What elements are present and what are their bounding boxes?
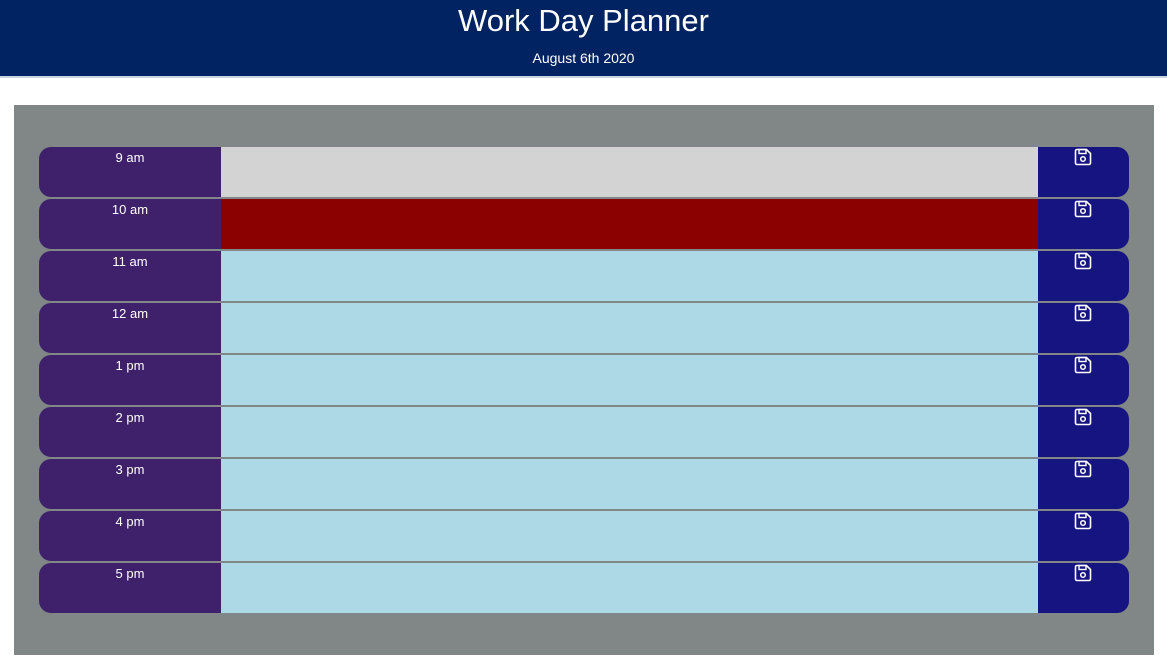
save-button[interactable] bbox=[1038, 303, 1129, 353]
task-input[interactable] bbox=[221, 199, 1038, 249]
time-block-4: 12 am bbox=[39, 303, 1129, 353]
save-icon bbox=[1074, 148, 1092, 166]
time-block-3: 11 am bbox=[39, 251, 1129, 301]
save-icon bbox=[1074, 564, 1092, 582]
time-block-9: 5 pm bbox=[39, 563, 1129, 613]
save-icon bbox=[1074, 356, 1092, 374]
save-button[interactable] bbox=[1038, 407, 1129, 457]
hour-label: 1 pm bbox=[39, 355, 221, 405]
save-button[interactable] bbox=[1038, 511, 1129, 561]
task-input[interactable] bbox=[221, 459, 1038, 509]
save-icon bbox=[1074, 252, 1092, 270]
hour-label: 9 am bbox=[39, 147, 221, 197]
save-button[interactable] bbox=[1038, 563, 1129, 613]
hour-label: 5 pm bbox=[39, 563, 221, 613]
task-input[interactable] bbox=[221, 355, 1038, 405]
time-block-7: 3 pm bbox=[39, 459, 1129, 509]
current-date: August 6th 2020 bbox=[532, 50, 635, 66]
time-block-8: 4 pm bbox=[39, 511, 1129, 561]
hour-label: 2 pm bbox=[39, 407, 221, 457]
save-button[interactable] bbox=[1038, 199, 1129, 249]
time-block-5: 1 pm bbox=[39, 355, 1129, 405]
hour-label: 10 am bbox=[39, 199, 221, 249]
time-block-6: 2 pm bbox=[39, 407, 1129, 457]
hour-label: 11 am bbox=[39, 251, 221, 301]
save-icon bbox=[1074, 512, 1092, 530]
save-icon bbox=[1074, 200, 1092, 218]
save-button[interactable] bbox=[1038, 459, 1129, 509]
page-header: Work Day Planner August 6th 2020 bbox=[0, 0, 1167, 78]
time-block-1: 9 am bbox=[39, 147, 1129, 197]
hour-label: 12 am bbox=[39, 303, 221, 353]
hour-label: 3 pm bbox=[39, 459, 221, 509]
time-block-2: 10 am bbox=[39, 199, 1129, 249]
planner-container: 9 am 10 am 11 am 12 am 1 pm 2 pm 3 pm 4 … bbox=[14, 105, 1154, 655]
task-input[interactable] bbox=[221, 563, 1038, 613]
page-title: Work Day Planner bbox=[458, 3, 709, 38]
save-icon bbox=[1074, 408, 1092, 426]
save-button[interactable] bbox=[1038, 147, 1129, 197]
task-input[interactable] bbox=[221, 407, 1038, 457]
task-input[interactable] bbox=[221, 511, 1038, 561]
save-icon bbox=[1074, 460, 1092, 478]
task-input[interactable] bbox=[221, 147, 1038, 197]
task-input[interactable] bbox=[221, 251, 1038, 301]
save-button[interactable] bbox=[1038, 251, 1129, 301]
time-block-list: 9 am 10 am 11 am 12 am 1 pm 2 pm 3 pm 4 … bbox=[39, 147, 1129, 615]
hour-label: 4 pm bbox=[39, 511, 221, 561]
save-button[interactable] bbox=[1038, 355, 1129, 405]
save-icon bbox=[1074, 304, 1092, 322]
task-input[interactable] bbox=[221, 303, 1038, 353]
